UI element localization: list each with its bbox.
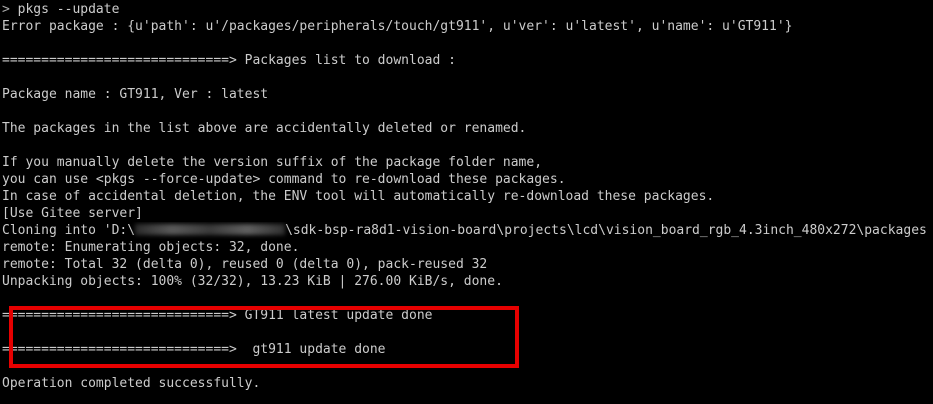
cloning-suffix: \sdk-bsp-ra8d1-vision-board\projects\lcd… — [285, 223, 927, 238]
cloning-line: Cloning into 'D:\ \sdk-bsp-ra8d1-vision-b… — [2, 222, 933, 239]
command-text: pkgs --update — [9, 2, 120, 17]
accident-line: The packages in the list above are accid… — [2, 121, 527, 136]
manual-line-3: In case of accidental deletion, the ENV … — [2, 189, 715, 204]
manual-line-1: If you manually delete the version suffi… — [2, 155, 543, 170]
list-header-line: =============================> Packages … — [2, 53, 456, 68]
gitee-line: [Use Gitee server] — [2, 206, 143, 221]
command-line: > pkgs --update — [2, 1, 933, 18]
unpacking-line: Unpacking objects: 100% (32/32), 13.23 K… — [2, 274, 503, 289]
error-line: Error package : {u'path': u'/packages/pe… — [2, 19, 793, 34]
remote-enumerating-line: remote: Enumerating objects: 32, done. — [2, 240, 300, 255]
cloning-prefix: Cloning into 'D:\ — [2, 223, 136, 238]
redacted-path — [135, 224, 286, 235]
manual-line-2: you can use <pkgs --force-update> comman… — [2, 172, 566, 187]
remote-total-line: remote: Total 32 (delta 0), reused 0 (de… — [2, 257, 488, 272]
package-line: Package name : GT911, Ver : latest — [2, 87, 269, 102]
operation-done-line: Operation completed successfully. — [2, 376, 261, 391]
prompt-symbol: > — [2, 2, 10, 17]
red-highlight-box — [9, 306, 519, 368]
